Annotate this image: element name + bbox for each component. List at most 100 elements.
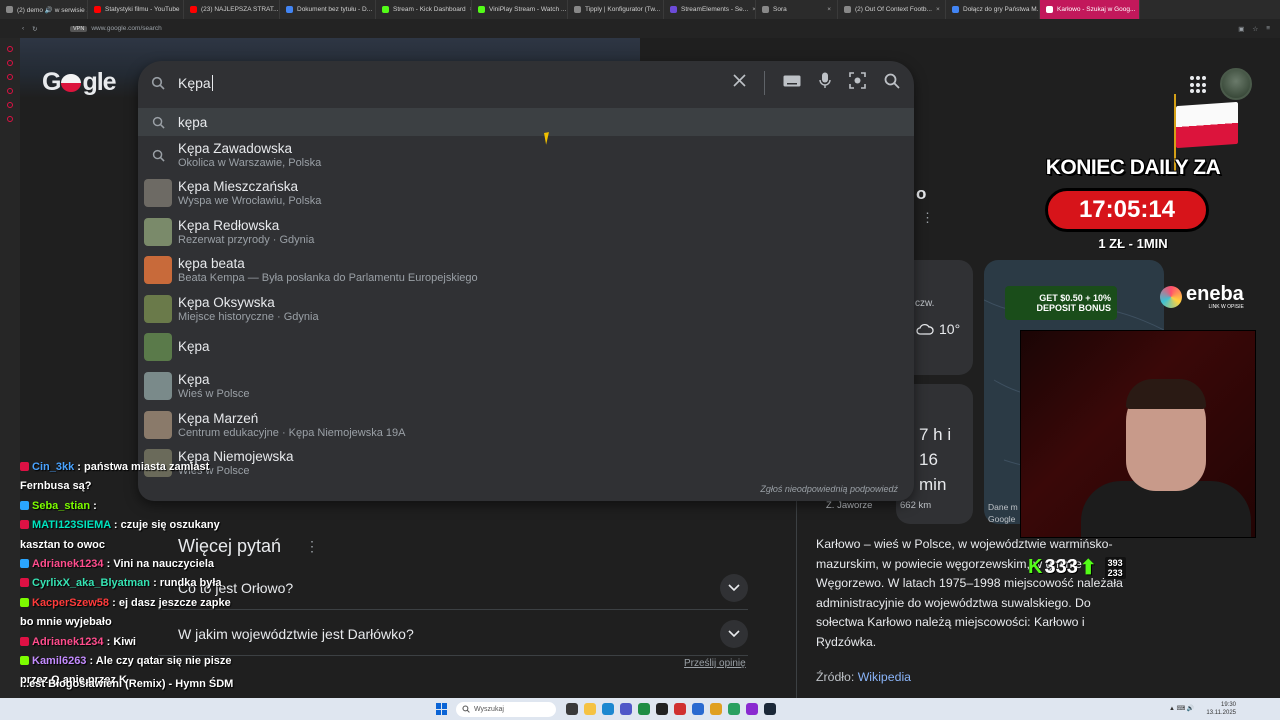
search-box[interactable]: Kępa <box>138 61 914 105</box>
back-icon[interactable]: ‹ <box>22 25 24 33</box>
keyboard-icon[interactable] <box>783 74 801 92</box>
more-options-icon[interactable]: ⋮ <box>305 538 319 555</box>
browser-tab[interactable]: Dołącz do gry Państwa M...× <box>946 0 1040 19</box>
suggestion-item[interactable]: Kępa Zawadowska Okolica w Warszawie, Pols… <box>138 137 914 173</box>
tab-close-icon[interactable]: × <box>1139 6 1140 13</box>
chat-username: MATI123SIEMA <box>32 519 111 532</box>
suggestion-title: Kępa Zawadowska <box>178 140 293 156</box>
tab-favicon-icon <box>762 6 769 13</box>
chat-badge-icon <box>20 559 29 569</box>
chat-badge-icon <box>20 578 29 588</box>
suggestion-item[interactable]: Kępa Niemojewska Wieś w Polsce <box>138 445 914 481</box>
browser-tab[interactable]: Dokument bez tytułu - D...× <box>280 0 376 19</box>
feedback-link[interactable]: Prześlij opinię <box>684 658 746 669</box>
search-input[interactable]: Kępa <box>178 75 213 91</box>
url-field[interactable]: VPN www.google.com/search <box>70 25 162 32</box>
sidebar-icon[interactable] <box>7 46 13 52</box>
avatar[interactable] <box>1220 68 1252 100</box>
weather-temp-value: 10° <box>939 321 961 337</box>
tab-label: Dołącz do gry Państwa M... <box>963 6 1040 13</box>
suggestion-item[interactable]: kępa beata Beata Kempa — Była posłanka do… <box>138 252 914 288</box>
taskbar-app-icon[interactable] <box>620 703 632 715</box>
microphone-icon[interactable] <box>819 72 831 94</box>
tab-close-icon[interactable]: × <box>827 6 831 13</box>
suggestion-title: kępa <box>178 114 208 130</box>
system-tray[interactable]: ▲ ⌨ 🔊 19:30 13.11.2025 <box>1169 701 1280 717</box>
browser-tab[interactable]: Sora × <box>756 0 838 19</box>
suggestion-item[interactable]: Kępa <box>138 329 914 365</box>
taskbar-app-icon[interactable] <box>638 703 650 715</box>
taskbar-app-icon[interactable] <box>584 703 596 715</box>
sidebar-icon[interactable] <box>7 102 13 108</box>
report-suggestion-link[interactable]: Zgłoś nieodpowiednią podpowiedź <box>760 484 898 494</box>
chat-message: Kamil6263 : Ale czy qatar się nie pisze <box>20 652 250 671</box>
search-icon <box>462 705 470 713</box>
knowledge-panel-title: o <box>916 184 927 203</box>
taskbar-app-icon[interactable] <box>566 703 578 715</box>
chat-badge-icon <box>20 656 29 666</box>
wikipedia-link[interactable]: Wikipedia <box>858 670 911 684</box>
tab-close-icon[interactable]: × <box>936 6 940 13</box>
chat-text: bo mnie wyjebało <box>20 616 112 629</box>
chat-text: Fernbusa są? <box>20 480 92 493</box>
sidebar-icon[interactable] <box>7 88 13 94</box>
browser-tab[interactable]: (2) Out Of Context Footb... × <box>838 0 946 19</box>
chevron-down-icon[interactable] <box>720 619 748 648</box>
taskbar-app-icon[interactable] <box>710 703 722 715</box>
chevron-down-icon[interactable] <box>720 573 748 602</box>
browser-tab[interactable]: ViniPlay Stream - Watch ...× <box>472 0 568 19</box>
google-apps-icon[interactable] <box>1190 76 1208 94</box>
more-options-icon[interactable]: ⋮ <box>921 210 934 226</box>
tab-label: Stream - Kick Dashboard <box>393 6 466 13</box>
chat-badge-icon <box>20 597 29 607</box>
suggestion-item[interactable]: Kępa Oksywska Miejsce historyczne · Gdyni… <box>138 291 914 327</box>
chat-message: Cin_3kk : państwa miasta zamiast <box>20 458 250 477</box>
google-logo[interactable]: Ggle <box>42 68 117 97</box>
browser-tab[interactable]: Statystyki filmu - YouTube× <box>88 0 184 19</box>
browser-toolbar: ▣ ☆ ≡ <box>1238 25 1280 33</box>
chat-username: KacperSzew58 <box>32 596 110 609</box>
browser-tab[interactable]: StreamElements - Se... × <box>664 0 756 19</box>
browser-tab[interactable]: (2) demo 🔊 w serwisie X× <box>0 0 88 19</box>
divider <box>764 71 765 95</box>
browser-tab[interactable]: Stream - Kick Dashboard× <box>376 0 472 19</box>
sidebar-icon[interactable] <box>7 60 13 66</box>
lens-icon[interactable] <box>849 72 866 94</box>
suggestion-text: Kępa Oksywska Miejsce historyczne · Gdyni… <box>178 295 319 324</box>
suggestion-item[interactable]: Kępa Marzeń Centrum edukacyjne · Kępa Nie… <box>138 407 914 443</box>
suggestion-item[interactable]: Kępa Wieś w Polsce <box>138 368 914 404</box>
taskbar-app-icon[interactable] <box>674 703 686 715</box>
tab-label: Karłowo - Szukaj w Goog... <box>1057 6 1136 13</box>
taskbar-app-icon[interactable] <box>656 703 668 715</box>
suggestion-item[interactable]: Kępa Redłowska Rezerwat przyrody · Gdynia <box>138 214 914 250</box>
windows-start-icon[interactable] <box>436 703 448 715</box>
taskbar-app-icon[interactable] <box>764 703 776 715</box>
clear-icon[interactable] <box>733 74 746 92</box>
taskbar-app-icon[interactable] <box>692 703 704 715</box>
url-text[interactable]: www.google.com/search <box>91 25 161 32</box>
taskbar-app-icon[interactable] <box>728 703 740 715</box>
chat-text: : Ale czy qatar się nie pisze <box>89 655 232 668</box>
suggestion-item[interactable]: Kępa Mieszczańska Wyspa we Wrocławiu, Pol… <box>138 175 914 211</box>
browser-tab[interactable]: (23) NAJLEPSZA STRAT...× <box>184 0 280 19</box>
search-submit-icon[interactable] <box>884 73 900 94</box>
browser-tab[interactable]: Tipply | Konfigurator (Tw...× <box>568 0 664 19</box>
chat-message: Seba_stian : <box>20 497 250 516</box>
reload-icon[interactable]: ↻ <box>32 25 37 33</box>
taskbar-app-icon[interactable] <box>602 703 614 715</box>
chat-text: : <box>93 499 97 512</box>
chat-text: kasztan to owoc <box>20 538 105 551</box>
extensions-icon[interactable]: ▣ <box>1238 25 1244 33</box>
sidebar-icon[interactable] <box>7 74 13 80</box>
bookmark-icon[interactable]: ☆ <box>1252 25 1258 33</box>
search-icon <box>138 76 178 90</box>
vpn-badge[interactable]: VPN <box>70 25 88 32</box>
taskbar-search[interactable]: Wyszukaj <box>456 701 556 717</box>
sidebar-icon[interactable] <box>7 116 13 122</box>
suggestion-text: Kępa Mieszczańska Wyspa we Wrocławiu, Pol… <box>178 179 321 208</box>
suggestion-item[interactable]: kępa <box>138 108 914 136</box>
menu-icon[interactable]: ≡ <box>1266 25 1270 33</box>
cloud-icon <box>916 323 934 335</box>
taskbar-app-icon[interactable] <box>746 703 758 715</box>
browser-tab[interactable]: Karłowo - Szukaj w Goog...× <box>1040 0 1140 19</box>
